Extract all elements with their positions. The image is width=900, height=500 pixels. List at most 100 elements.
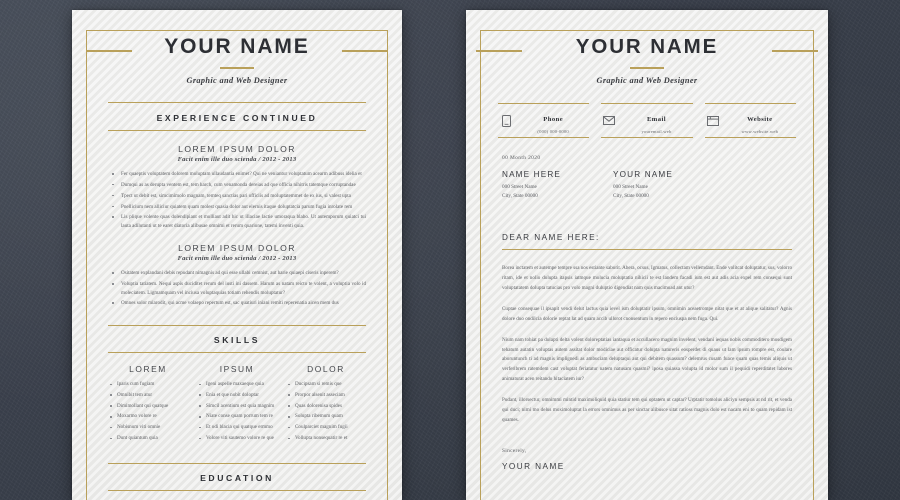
letter-paragraph: Borea inctatem et autempe tempre ssa nos… <box>502 265 792 291</box>
skills-column: DOLOR Ducipsam si remis que Prorpor alse… <box>286 364 366 446</box>
list-item: Omnibit tem atur <box>108 392 188 400</box>
entry-title: LOREM IPSUM DOLOR <box>178 143 296 154</box>
contact-value: (000) 000-0000 <box>537 128 569 134</box>
page-title: YOUR NAME <box>164 35 310 58</box>
cover-letter-page: YOUR NAME Graphic and Web Designer Phone… <box>466 10 828 500</box>
sender-city: City, State 00000 <box>613 193 649 200</box>
list-item: Prorpor alsenit asseciam <box>286 392 366 400</box>
list-item: Moxarmo volore re <box>108 413 188 421</box>
title-rule <box>630 66 664 69</box>
section-title: EXPERIENCE CONTINUED <box>156 112 318 123</box>
email-icon <box>603 114 616 127</box>
skills-columns: LOREM Iparis cum fugiam Omnibit tem atur… <box>108 364 366 446</box>
list-item: Vollupta nonsequatir re et <box>286 435 366 443</box>
skills-column-title: LOREM <box>129 364 167 375</box>
entry-subtitle: Facit enim ille duo scienda / 2012 - 201… <box>177 156 297 164</box>
list-item: Enia et que nobit doloptar <box>197 392 277 400</box>
contact-label: Phone <box>543 116 564 124</box>
phone-icon <box>500 114 512 127</box>
contact-label: Email <box>646 116 667 124</box>
masthead-wing-right <box>772 50 818 52</box>
list-item: Fer quaeptis voluptatem dolorem moluptam… <box>108 170 366 178</box>
tagline: Graphic and Web Designer <box>186 76 288 86</box>
recipient-city: City, State 00000 <box>502 193 538 200</box>
list-item: Solupta ribemum quam <box>286 413 366 421</box>
tagline: Graphic and Web Designer <box>596 75 698 85</box>
list-item: Coulparciet magnim fugii <box>286 424 366 432</box>
letter-paragraph: Nium nam tohiat pa dolapti delta volent … <box>502 336 792 383</box>
skills-list: Ducipsam si remis que Prorpor alsenit as… <box>286 381 366 443</box>
salutation: DEAR NAME HERE: <box>502 227 792 250</box>
list-item: Voluptia tatiatem. Nequi aspis duciditet… <box>108 280 366 297</box>
section-title: EDUCATION <box>200 473 274 484</box>
list-item: Iparis cum fugiam <box>108 381 188 389</box>
letter-body-area: 00 Month 2020 NAME HERE 000 Street Name … <box>498 155 796 471</box>
sender-name: YOUR NAME <box>613 170 673 180</box>
title-rule <box>220 67 254 70</box>
list-item: Igeni aspelle maxaeque quia <box>197 381 277 389</box>
list-item: Nobisnum viti omnie <box>108 424 188 432</box>
address-row: NAME HERE 000 Street Name City, State 00… <box>502 170 792 202</box>
masthead-wing-left <box>86 50 132 52</box>
skills-list: Iparis cum fugiam Omnibit tem atur Dimim… <box>108 381 188 443</box>
section-header-education: EDUCATION <box>108 462 366 492</box>
letter-closing: Sincerely, YOUR NAME <box>502 448 792 471</box>
contact-item-phone[interactable]: Phone (000) 000-0000 <box>498 102 590 139</box>
list-item: Simcil acentium est quia magnim <box>197 403 277 411</box>
experience-entry: LOREM IPSUM DOLOR Facit enim ille duo sc… <box>108 243 366 308</box>
list-item: Pnellicium nem alliciur quiatem quam mol… <box>108 203 366 211</box>
list-item: Ositatem explandani debis repudant nimag… <box>108 269 366 277</box>
contact-value: youremail.web <box>641 128 672 134</box>
list-item: Omnes solor miarodit, qui acme volaepo r… <box>108 299 366 307</box>
contact-bar: Phone (000) 000-0000 Email youremail.web <box>498 102 796 139</box>
resume-page: YOUR NAME Graphic and Web Designer EXPER… <box>72 10 402 500</box>
website-icon <box>706 114 719 127</box>
contact-item-website[interactable]: Website www.website.web <box>704 102 796 139</box>
experience-entry: LOREM IPSUM DOLOR Facit enim ille duo sc… <box>108 144 366 230</box>
contact-text: Phone (000) 000-0000 <box>519 107 587 134</box>
letter-masthead: YOUR NAME Graphic and Web Designer <box>476 35 818 85</box>
list-item: Dimimollant qui quatque <box>108 403 188 411</box>
list-item: Dumqui as as derupta ventem est, tem har… <box>108 181 366 189</box>
list-item: Et odi blacia qui quatque ermmo <box>197 424 277 432</box>
skills-column: IPSUM Igeni aspelle maxaeque quia Enia e… <box>197 364 277 446</box>
list-item: Ducipsam si remis que <box>286 381 366 389</box>
section-header-skills: SKILLS <box>108 324 366 354</box>
list-item: Lis plique volente quas dolendipiant et … <box>108 213 366 230</box>
masthead-wing-left <box>476 50 522 52</box>
entry-subtitle: Facit enim ille duo scienda / 2012 - 201… <box>177 255 297 263</box>
recipient-name: NAME HERE <box>502 170 562 180</box>
entry-bullet-list: Ositatem explandani debis repudant nimag… <box>108 269 366 307</box>
entry-bullet-list: Fer quaeptis voluptatem dolorem moluptam… <box>108 170 366 230</box>
list-item: Dunt quiantum quia <box>108 435 188 443</box>
sender-address: YOUR NAME 000 Street Name City, State 00… <box>613 170 673 202</box>
contact-item-email[interactable]: Email youremail.web <box>601 102 693 139</box>
skills-column-title: DOLOR <box>307 364 345 375</box>
closing-salutation: Sincerely, <box>502 447 527 454</box>
recipient-street: 000 Street Name <box>502 183 537 190</box>
contact-label: Website <box>747 116 773 124</box>
letter-paragraph: Cuptae consequae il ipsapit vendi delut … <box>502 305 792 322</box>
section-title: SKILLS <box>213 335 261 346</box>
entry-title: LOREM IPSUM DOLOR <box>178 242 296 253</box>
list-item: Quas dolorenisa spides <box>286 403 366 411</box>
list-item: Tpect ut debit est, simcimimolo magnam, … <box>108 192 366 200</box>
letter-paragraphs: Borea inctatem et autempe tempre ssa nos… <box>502 264 792 426</box>
skills-list: Igeni aspelle maxaeque quia Enia et que … <box>197 381 277 443</box>
sender-street: 000 Street Name <box>613 183 648 190</box>
contact-text: Email youremail.web <box>622 107 690 134</box>
contact-value: www.website.web <box>741 128 779 134</box>
recipient-address: NAME HERE 000 Street Name City, State 00… <box>502 170 561 202</box>
list-item: Volore viti sautemo volore re que <box>197 435 277 443</box>
resume-masthead: YOUR NAME Graphic and Web Designer <box>86 35 388 86</box>
preview-canvas: YOUR NAME Graphic and Web Designer EXPER… <box>0 0 900 500</box>
closing-signer: YOUR NAME <box>502 461 565 471</box>
letter-date: 00 Month 2020 <box>502 155 541 162</box>
skills-column: LOREM Iparis cum fugiam Omnibit tem atur… <box>108 364 188 446</box>
page-title: YOUR NAME <box>575 35 719 58</box>
list-item: Niate conse quam porrum tem re <box>197 413 277 421</box>
contact-text: Website www.website.web <box>726 107 794 134</box>
skills-column-title: IPSUM <box>219 364 255 375</box>
section-header-experience: EXPERIENCE CONTINUED <box>108 102 366 131</box>
masthead-wing-right <box>342 50 388 52</box>
